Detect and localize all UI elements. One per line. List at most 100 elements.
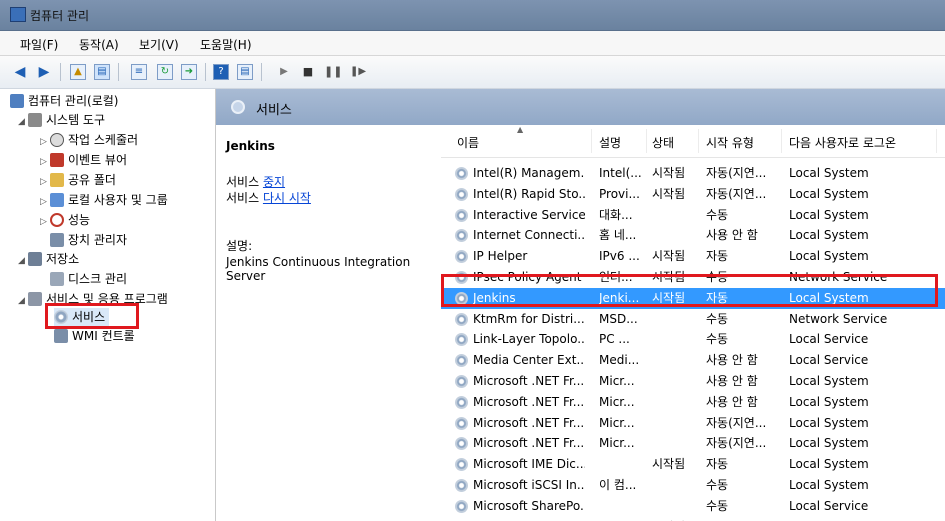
services-list: 이름 ▲ 설명 상태 시작 유형 다음 사용자로 로그온 Intel(R) Ma… <box>441 125 945 521</box>
service-row[interactable]: KtmRm for Distri... MSD... 수동 Network Servi… <box>441 309 945 330</box>
tree-item-disk-management[interactable]: 디스크 관리 <box>50 270 127 288</box>
pause-service-icon[interactable]: ❚❚ <box>324 64 342 80</box>
service-row[interactable]: Microsoft SharePo... 수동 Local Service <box>441 496 945 517</box>
gear-icon <box>455 333 468 347</box>
restart-service-link[interactable]: 다시 시작 <box>263 191 311 205</box>
tree-item-device-manager[interactable]: 장치 관리자 <box>50 231 127 249</box>
tree-label: 공유 폴더 <box>68 173 116 187</box>
collapsed-arrow-icon[interactable]: ▷ <box>40 213 50 231</box>
gear-icon <box>455 167 468 180</box>
cell-desc: PC ... <box>599 332 630 347</box>
properties-icon[interactable]: ≡ <box>131 64 147 80</box>
highlight-box-jenkins-row <box>441 274 938 307</box>
service-row[interactable]: Link-Layer Topolo... PC ... 수동 Local Servic… <box>441 329 945 350</box>
column-header-status[interactable]: 상태 <box>652 134 674 151</box>
cell-desc: 홈 네... <box>599 228 637 243</box>
cell-name: Microsoft .NET Fr... <box>473 436 585 451</box>
column-divider <box>698 129 699 153</box>
expanded-arrow-icon[interactable]: ◢ <box>18 292 28 310</box>
service-row[interactable]: Microsoft iSCSI In... 이 컴... 수동 Local Syste… <box>441 475 945 496</box>
service-row[interactable]: Interactive Service... 대화... 수동 Local Syste… <box>441 205 945 226</box>
service-row[interactable]: Microsoft .NET Fr... Micr... 자동(지연... Local… <box>441 413 945 434</box>
expanded-arrow-icon[interactable]: ◢ <box>18 113 28 131</box>
collapsed-arrow-icon[interactable]: ▷ <box>40 153 50 171</box>
service-row[interactable]: Microsoft .NET Fr... Micr... 자동(지연... Local… <box>441 433 945 454</box>
gear-icon <box>455 354 468 368</box>
column-header-startup-type[interactable]: 시작 유형 <box>706 134 754 151</box>
menu-view[interactable]: 보기(V) <box>139 36 179 53</box>
tree-item-performance[interactable]: ▷ 성능 <box>40 211 90 229</box>
cell-startup: 수동 <box>706 478 729 492</box>
service-row[interactable]: Intel(R) Rapid Sto... Provi... 시작됨 자동(지연...… <box>441 184 945 205</box>
cell-logon: Local Service <box>789 353 869 368</box>
cell-logon: Local System <box>789 249 869 264</box>
cell-logon: Local Service <box>789 498 869 513</box>
cell-desc: IPv6 ... <box>599 249 640 264</box>
tools-icon <box>28 113 42 127</box>
tree-item-local-users-groups[interactable]: ▷ 로컬 사용자 및 그룹 <box>40 191 168 209</box>
tree-item-task-scheduler[interactable]: ▷ 작업 스케줄러 <box>40 131 138 149</box>
cell-status: 시작됨 <box>652 249 686 264</box>
expanded-arrow-icon[interactable]: ◢ <box>18 252 28 270</box>
show-hide-tree-icon[interactable]: ▤ <box>94 64 110 80</box>
cell-startup: 수동 <box>706 311 729 326</box>
tree-item-system-tools[interactable]: ◢ 시스템 도구 <box>18 111 105 129</box>
gear-icon <box>455 458 468 472</box>
forward-arrow-icon[interactable]: ▶ <box>36 64 52 80</box>
restart-service-icon[interactable]: ❚▶ <box>350 64 366 80</box>
service-row[interactable]: Microsoft .NET Fr... Micr... 사용 안 함 Local S… <box>441 371 945 392</box>
service-row[interactable]: Microsoft Softwar... 볼륨 ... 시작됨 수동 Local Sys… <box>441 517 945 521</box>
tree-label: 작업 스케줄러 <box>68 133 139 147</box>
service-row[interactable]: Internet Connecti... 홈 네... 사용 안 함 Local Sy… <box>441 225 945 246</box>
column-header-log-on-as[interactable]: 다음 사용자로 로그온 <box>789 134 896 151</box>
clock-icon <box>50 133 64 147</box>
description-panel: Jenkins 서비스 중지 서비스 다시 시작 설명: Jenkins Con… <box>216 125 440 521</box>
tree-item-shared-folders[interactable]: ▷ 공유 폴더 <box>40 171 116 189</box>
help-icon[interactable]: ? <box>213 64 229 80</box>
cell-logon: Local System <box>789 415 869 430</box>
stop-service-link[interactable]: 중지 <box>263 175 285 189</box>
service-row[interactable]: IP Helper IPv6 ... 시작됨 자동 Local System <box>441 246 945 267</box>
start-service-icon[interactable]: ▶ <box>276 64 292 80</box>
column-header-name[interactable]: 이름 <box>457 134 479 151</box>
cell-desc: Micr... <box>599 415 635 430</box>
tree-item-computer-management[interactable]: 컴퓨터 관리(로컬) <box>10 92 118 110</box>
tree-item-wmi-control[interactable]: WMI 컨트롤 <box>54 327 135 345</box>
title-bar[interactable]: 컴퓨터 관리 <box>0 0 945 31</box>
gear-icon <box>455 250 468 264</box>
cell-status: 시작됨 <box>652 517 696 521</box>
tree-item-event-viewer[interactable]: ▷ 이벤트 뷰어 <box>40 151 127 169</box>
menu-action[interactable]: 동작(A) <box>79 36 119 53</box>
cell-name: Microsoft IME Dic... <box>473 457 585 472</box>
cell-startup: 사용 안 함 <box>706 353 758 368</box>
list-header: 이름 ▲ 설명 상태 시작 유형 다음 사용자로 로그온 <box>441 125 945 158</box>
tree-label: 디스크 관리 <box>68 272 128 286</box>
back-arrow-icon[interactable]: ◀ <box>12 64 28 80</box>
service-row[interactable]: Microsoft .NET Fr... Micr... 사용 안 함 Local S… <box>441 392 945 413</box>
cell-name: Microsoft SharePo... <box>473 498 585 513</box>
column-divider <box>781 129 782 153</box>
service-row[interactable]: Intel(R) Managem... Intel(... 시작됨 자동(지연... L… <box>441 163 945 184</box>
column-divider <box>646 129 647 153</box>
users-icon <box>50 193 64 207</box>
tree-item-storage[interactable]: ◢ 저장소 <box>18 250 79 268</box>
cell-startup: 자동(지연... <box>706 186 767 201</box>
stop-service-icon[interactable]: ■ <box>300 64 316 80</box>
cell-logon: Local System <box>789 394 869 409</box>
export-list-icon[interactable]: ➜ <box>181 64 197 80</box>
cell-logon: Local System <box>789 478 869 492</box>
cell-logon: Local System <box>789 186 869 201</box>
collapsed-arrow-icon[interactable]: ▷ <box>40 133 50 151</box>
up-folder-icon[interactable]: ▲ <box>70 64 86 80</box>
cell-desc: 대화... <box>599 207 633 222</box>
service-row[interactable]: Media Center Ext... Medi... 사용 안 함 Local Se… <box>441 350 945 371</box>
column-header-description[interactable]: 설명 <box>599 134 621 151</box>
collapsed-arrow-icon[interactable]: ▷ <box>40 193 50 211</box>
service-row[interactable]: Microsoft IME Dic... 시작됨 자동 Local System <box>441 454 945 475</box>
computer-management-window: 컴퓨터 관리 파일(F) 동작(A) 보기(V) 도움말(H) ◀ ▶ ▲ ▤ … <box>0 0 945 521</box>
menu-help[interactable]: 도움말(H) <box>200 36 252 53</box>
show-hide-action-pane-icon[interactable]: ▤ <box>237 64 253 80</box>
menu-file[interactable]: 파일(F) <box>20 36 58 53</box>
collapsed-arrow-icon[interactable]: ▷ <box>40 173 50 191</box>
refresh-icon[interactable]: ↻ <box>157 64 173 80</box>
